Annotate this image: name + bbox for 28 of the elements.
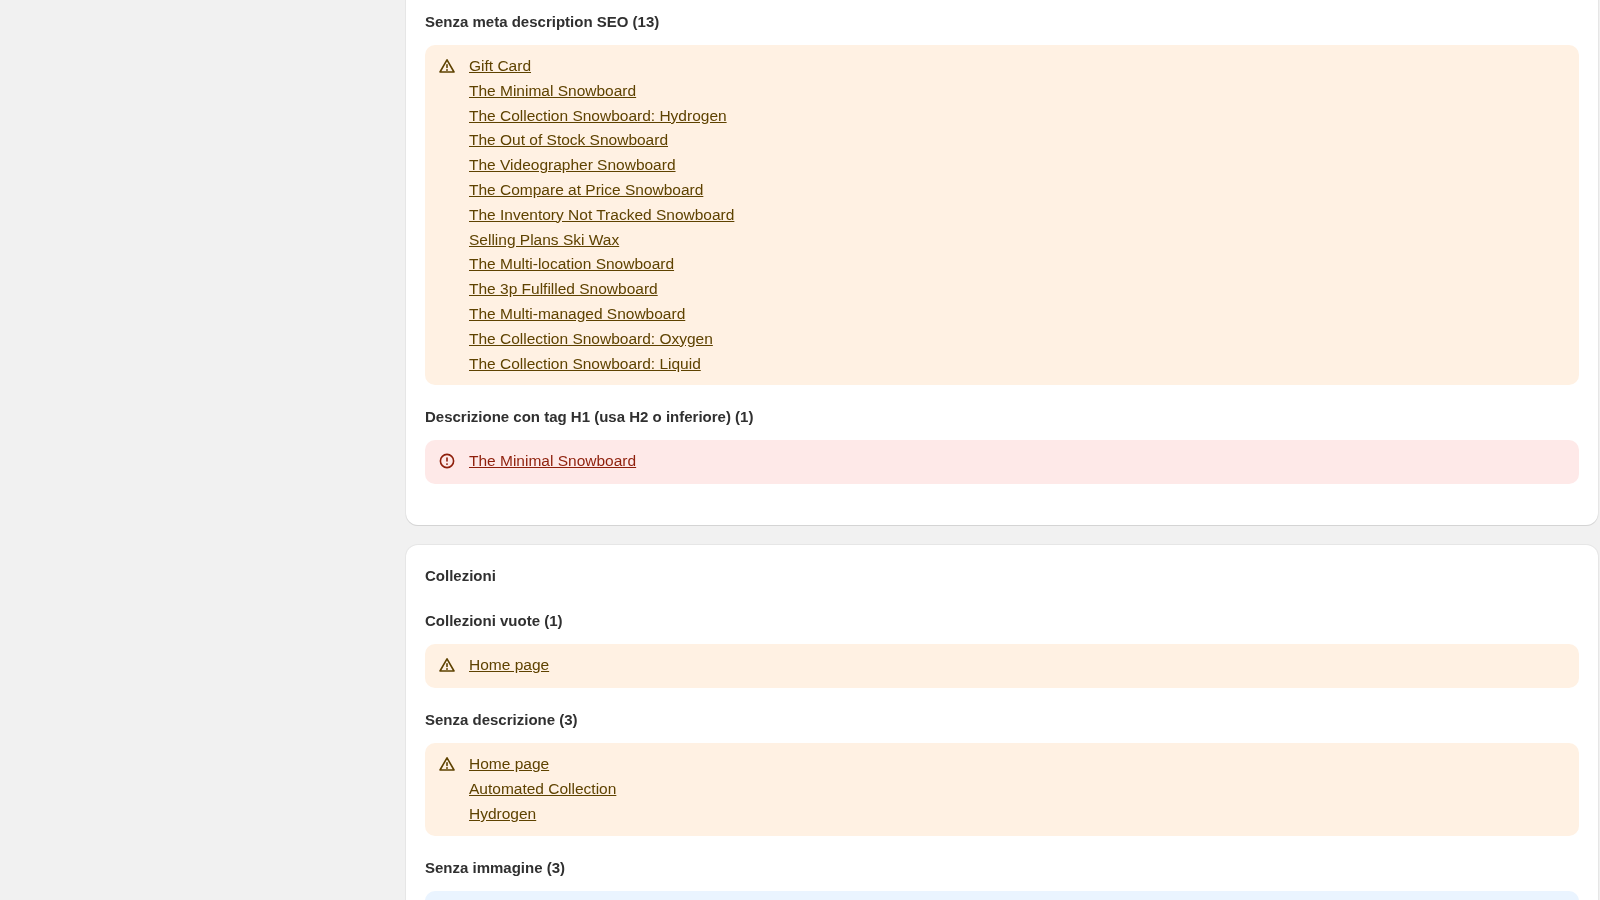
group-heading: Senza immagine (3) bbox=[425, 857, 567, 878]
product-link[interactable]: Gift Card bbox=[469, 57, 531, 74]
group-heading: Senza meta description SEO (13) bbox=[425, 12, 661, 32]
product-link[interactable]: The Collection Snowboard: Oxygen bbox=[469, 329, 713, 347]
product-link[interactable]: The Collection Snowboard: Hydrogen bbox=[469, 106, 727, 124]
product-link[interactable]: The Collection Snowboard: Liquid bbox=[469, 354, 701, 372]
product-link[interactable]: The Minimal Snowboard bbox=[469, 452, 637, 470]
product-link[interactable]: The Multi-managed Snowboard bbox=[469, 304, 686, 322]
product-link[interactable]: Home page bbox=[469, 755, 550, 773]
product-link[interactable]: Home page bbox=[469, 656, 550, 674]
product-link[interactable]: The Minimal Snowboard bbox=[469, 81, 637, 99]
group-heading: Senza descrizione (3) bbox=[425, 710, 579, 731]
warning-icon bbox=[439, 756, 455, 773]
product-link[interactable]: The Inventory Not Tracked Snowboard bbox=[469, 205, 735, 223]
product-link[interactable]: Hydrogen bbox=[469, 804, 537, 822]
group-heading: Descrizione con tag H1 (usa H2 o inferiore) (1) bbox=[425, 407, 755, 428]
card-title: Collezioni bbox=[425, 566, 497, 587]
product-link[interactable]: Automated Collection bbox=[469, 780, 617, 798]
product-link[interactable]: The Videographer Snowboard bbox=[469, 156, 676, 174]
warning-icon bbox=[439, 657, 455, 674]
product-link[interactable]: The Compare at Price Snowboard bbox=[469, 181, 704, 198]
warning-icon bbox=[439, 58, 455, 74]
product-link[interactable]: The Multi-location Snowboard bbox=[469, 255, 675, 273]
product-link[interactable]: The Out of Stock Snowboard bbox=[469, 131, 669, 149]
product-link[interactable]: The 3p Fulfilled Snowboard bbox=[469, 280, 658, 298]
alert-circle-icon bbox=[439, 453, 455, 470]
product-link[interactable]: Selling Plans Ski Wax bbox=[469, 230, 620, 248]
group-heading: Collezioni vuote (1) bbox=[425, 611, 564, 632]
